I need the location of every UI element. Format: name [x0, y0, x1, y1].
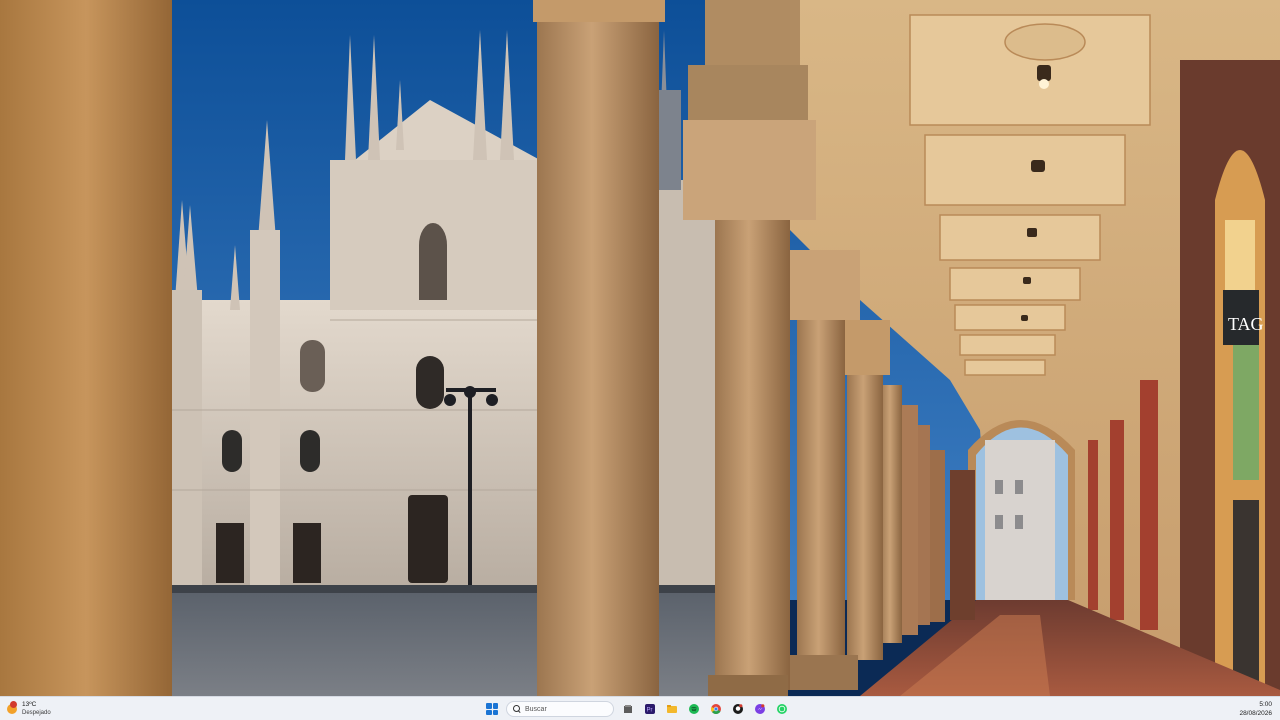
- taskbar-app-spotify[interactable]: [686, 701, 702, 717]
- wallpaper-scene: TAG: [0, 0, 1280, 696]
- taskbar-app-chrome[interactable]: [708, 701, 724, 717]
- taskbar-app-premiere[interactable]: Pr: [642, 701, 658, 717]
- taskbar-center: Buscar Pr: [484, 697, 790, 720]
- premiere-icon: Pr: [645, 704, 655, 714]
- file-manager-icon: [624, 705, 632, 713]
- taskbar-app-file-explorer[interactable]: [664, 701, 680, 717]
- left-column: [0, 0, 172, 696]
- foreground-column: [533, 0, 665, 696]
- svg-text:Pr: Pr: [647, 708, 653, 714]
- search-box[interactable]: Buscar: [506, 701, 614, 717]
- taskbar-app-messenger[interactable]: [752, 701, 768, 717]
- search-placeholder: Buscar: [525, 705, 547, 713]
- taskbar-app-file-manager[interactable]: [620, 701, 636, 717]
- sun-icon: [6, 701, 18, 715]
- windows-icon: [486, 703, 498, 715]
- weather-description: Despejado: [22, 710, 51, 716]
- taskbar-app-whatsapp[interactable]: [774, 701, 790, 717]
- taskbar: 13ºC Despejado Buscar Pr 5:00 28/08/2026: [0, 696, 1280, 720]
- svg-text:TAG: TAG: [1228, 314, 1264, 334]
- messenger-icon: [755, 704, 765, 714]
- desktop-wallpaper: TAG: [0, 0, 1280, 696]
- search-icon: [513, 705, 521, 713]
- start-button[interactable]: [484, 701, 500, 717]
- github-icon: [733, 704, 743, 714]
- folder-icon: [667, 705, 677, 713]
- clock-date: 28/08/2026: [1239, 710, 1272, 717]
- notification-badge: [10, 701, 17, 708]
- chrome-icon: [711, 704, 721, 714]
- system-clock[interactable]: 5:00 28/08/2026: [1239, 700, 1272, 718]
- weather-temperature: 13ºC: [22, 701, 37, 708]
- clock-time: 5:00: [1259, 701, 1272, 708]
- taskbar-app-github[interactable]: [730, 701, 746, 717]
- whatsapp-icon: [777, 704, 787, 714]
- spotify-icon: [689, 704, 699, 714]
- weather-widget[interactable]: 13ºC Despejado: [6, 699, 76, 719]
